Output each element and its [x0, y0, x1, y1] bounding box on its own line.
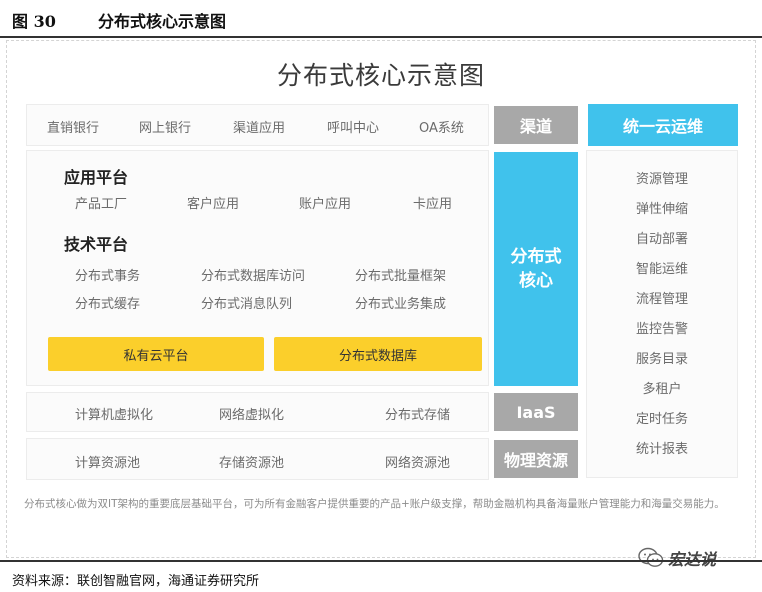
iaas-item: 分布式存储	[385, 408, 451, 423]
app-platform-item: 卡应用	[413, 197, 453, 212]
tech-platform-item: 分布式消息队列	[201, 297, 293, 312]
diagram-note: 分布式核心做为双IT架构的重要底层基础平台，可为所有金融客户提供重要的产品+账户…	[24, 498, 725, 510]
tech-platform-item: 分布式业务集成	[355, 297, 447, 312]
ops-item: 服务目录	[635, 352, 688, 367]
tech-platform-item: 分布式数据库访问	[201, 269, 306, 284]
channel-item: 网上银行	[139, 121, 192, 136]
app-platform-item: 账户应用	[299, 197, 352, 212]
ops-item: 监控告警	[635, 322, 688, 337]
ops-item: 自动部署	[635, 232, 688, 247]
channel-item: OA系统	[419, 121, 464, 136]
ops-item: 统计报表	[635, 442, 688, 457]
ops-item: 定时任务	[635, 412, 688, 427]
physical-label-box: 物理资源	[494, 440, 578, 478]
physical-panel: 计算资源池 存储资源池 网络资源池	[26, 438, 489, 480]
tech-platform-item: 分布式缓存	[75, 297, 141, 312]
source-text: 资料来源：联创智融官网，海通证券研究所	[12, 574, 260, 589]
private-cloud-block: 私有云平台	[48, 337, 264, 371]
iaas-label-box: IaaS	[494, 393, 578, 431]
ops-title-box: 统一云运维	[588, 104, 738, 146]
iaas-item: 计算机虚拟化	[75, 408, 154, 423]
physical-item: 存储资源池	[219, 456, 285, 471]
figure-caption: 分布式核心示意图	[98, 12, 227, 31]
channel-item: 渠道应用	[233, 121, 286, 136]
ops-item: 资源管理	[635, 172, 688, 187]
figure-header: 图 30 分布式核心示意图	[0, 0, 762, 38]
source-bar: 资料来源：联创智融官网，海通证券研究所	[0, 560, 762, 592]
iaas-panel: 计算机虚拟化 网络虚拟化 分布式存储	[26, 392, 489, 432]
physical-item: 计算资源池	[75, 456, 141, 471]
app-platform-item: 产品工厂	[75, 197, 128, 212]
ops-item: 弹性伸缩	[635, 202, 688, 217]
distributed-db-block: 分布式数据库	[274, 337, 482, 371]
tech-platform-item: 分布式批量框架	[355, 269, 447, 284]
app-platform-title: 应用平台	[64, 168, 129, 187]
distributed-core-label: 分布式核心	[510, 247, 562, 291]
ops-item: 智能运维	[635, 262, 688, 277]
channel-label-box: 渠道	[494, 106, 578, 144]
tech-platform-title: 技术平台	[64, 235, 129, 254]
iaas-item: 网络虚拟化	[219, 408, 285, 423]
app-platform-item: 客户应用	[187, 197, 240, 212]
channel-item: 直销银行	[47, 121, 100, 136]
channel-item: 呼叫中心	[327, 121, 380, 136]
channel-panel: 直销银行 网上银行 渠道应用 呼叫中心 OA系统	[26, 104, 489, 146]
distributed-core-box: 分布式核心	[494, 152, 578, 386]
physical-item: 网络资源池	[385, 456, 451, 471]
tech-platform-item: 分布式事务	[75, 269, 141, 284]
ops-item: 流程管理	[635, 292, 688, 307]
diagram-title: 分布式核心示意图	[276, 61, 485, 90]
ops-item: 多租户	[642, 382, 682, 397]
figure-number: 图 30	[12, 12, 56, 31]
